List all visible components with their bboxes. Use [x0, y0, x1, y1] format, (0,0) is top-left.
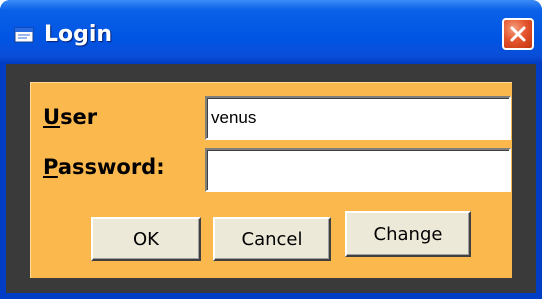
user-label: User	[43, 105, 98, 129]
window-icon	[14, 26, 36, 44]
password-label: Password:	[43, 155, 165, 179]
window-title: Login	[44, 22, 113, 47]
change-button[interactable]: Change	[345, 211, 471, 257]
password-input[interactable]	[205, 148, 511, 192]
login-panel: User Password: OK Cancel Change	[30, 82, 512, 278]
close-button[interactable]	[502, 18, 534, 50]
user-input[interactable]	[205, 96, 511, 140]
ok-button[interactable]: OK	[91, 217, 201, 261]
cancel-button[interactable]: Cancel	[213, 217, 331, 261]
login-window: Login User Password: OK Cancel Change	[0, 0, 542, 299]
title-bar[interactable]: Login	[0, 0, 542, 64]
